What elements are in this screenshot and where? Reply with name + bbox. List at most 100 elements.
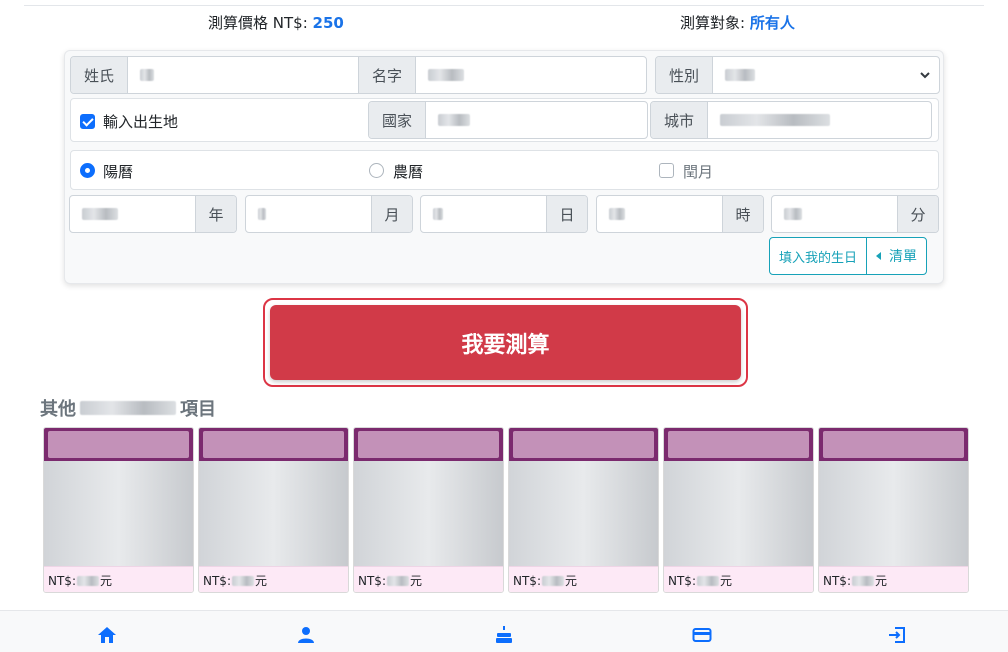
product-image (199, 461, 348, 566)
day-unit: 日 (546, 196, 587, 232)
month-input[interactable] (246, 196, 371, 232)
product-price: NT$: 元 (664, 566, 813, 592)
product-price: NT$: 元 (199, 566, 348, 592)
submit-button-frame: 我要測算 (263, 298, 748, 387)
leap-month-label: 閏月 (683, 163, 714, 181)
city-input[interactable] (708, 102, 931, 138)
target-info: 測算對象: 所有人 (680, 12, 795, 33)
product-card[interactable]: NT$: 元 (43, 427, 194, 593)
gender-select[interactable] (713, 57, 939, 93)
country-group: 國家 (368, 101, 648, 139)
blurred-price (696, 575, 719, 586)
blurred-price (851, 575, 874, 586)
person-icon[interactable] (296, 625, 316, 645)
blurred-value (609, 208, 625, 220)
product-price: NT$: 元 (509, 566, 658, 592)
solar-calendar-radio[interactable] (80, 163, 95, 178)
birthplace-checkbox-label: 輸入出生地 (103, 113, 179, 131)
country-input[interactable] (426, 102, 647, 138)
name-group: 姓氏 名字 (70, 56, 647, 94)
product-image (44, 461, 193, 566)
price-suffix: 元 (874, 574, 887, 588)
product-price: NT$: 元 (44, 566, 193, 592)
price-suffix: 元 (254, 574, 267, 588)
birth-info-form: 姓氏 名字 性別 輸入出生地 國家 城市 陽曆 農曆 閏月 年 月 日 時 分 … (64, 50, 944, 284)
blurred-price (231, 575, 254, 586)
blurred-price (76, 575, 99, 586)
caret-left-icon (876, 252, 882, 260)
minute-unit: 分 (897, 196, 938, 232)
price-bar: 測算價格 NT$: 250 測算對象: 所有人 (0, 12, 1008, 34)
product-card[interactable]: NT$: 元 (818, 427, 969, 593)
solar-calendar-label: 陽曆 (103, 163, 134, 181)
price-suffix: 元 (719, 574, 732, 588)
product-header (44, 428, 193, 461)
blurred-value (428, 69, 464, 81)
product-header (664, 428, 813, 461)
price-info: 測算價格 NT$: 250 (208, 12, 344, 33)
product-header (199, 428, 348, 461)
price-value: 250 (312, 14, 344, 32)
hour-input-group: 時 (596, 195, 764, 233)
product-header (354, 428, 503, 461)
day-input[interactable] (421, 196, 546, 232)
price-prefix: NT$: (358, 573, 386, 588)
lunar-calendar-radio[interactable] (369, 163, 384, 178)
product-card[interactable]: NT$: 元 (198, 427, 349, 593)
product-header (819, 428, 968, 461)
target-label: 測算對象: (680, 14, 746, 32)
blurred-value (82, 208, 118, 220)
blurred-value (438, 114, 470, 126)
year-input[interactable] (70, 196, 195, 232)
year-unit: 年 (195, 196, 236, 232)
product-image (819, 461, 968, 566)
price-prefix: NT$: (48, 573, 76, 588)
product-card[interactable]: NT$: 元 (663, 427, 814, 593)
product-price: NT$: 元 (354, 566, 503, 592)
product-image (509, 461, 658, 566)
price-label: 測算價格 NT$: (208, 14, 308, 32)
minute-input[interactable] (772, 196, 897, 232)
fill-my-birthday-button[interactable]: 填入我的生日 (770, 238, 866, 274)
blurred-title (80, 401, 176, 415)
cake-icon[interactable] (494, 625, 514, 645)
product-card[interactable]: NT$: 元 (353, 427, 504, 593)
given-name-input[interactable] (416, 57, 646, 93)
blurred-value (784, 208, 802, 220)
price-prefix: NT$: (823, 573, 851, 588)
city-group: 城市 (650, 101, 932, 139)
blurred-value (720, 114, 830, 126)
logout-icon[interactable] (887, 625, 907, 645)
title-suffix: 項目 (180, 399, 216, 420)
price-prefix: NT$: (668, 573, 696, 588)
birthday-action-group: 填入我的生日 清單 (769, 237, 928, 275)
surname-input[interactable] (128, 57, 359, 93)
blurred-value (140, 69, 154, 81)
country-label: 國家 (369, 102, 426, 138)
top-divider (24, 5, 984, 6)
price-suffix: 元 (99, 574, 112, 588)
list-button[interactable]: 清單 (866, 238, 926, 274)
birthplace-row: 輸入出生地 國家 城市 (70, 98, 939, 142)
home-icon[interactable] (97, 625, 117, 645)
submit-button[interactable]: 我要測算 (270, 305, 741, 380)
product-card[interactable]: NT$: 元 (508, 427, 659, 593)
leap-month-checkbox[interactable] (659, 163, 674, 178)
product-header (509, 428, 658, 461)
bottom-nav (0, 610, 1008, 652)
price-suffix: 元 (409, 574, 422, 588)
list-button-label: 清單 (889, 249, 918, 265)
minute-input-group: 分 (771, 195, 939, 233)
credit-card-icon[interactable] (692, 625, 712, 645)
birthplace-checkbox[interactable] (80, 114, 95, 129)
gender-group: 性別 (655, 56, 940, 94)
hour-input[interactable] (597, 196, 722, 232)
price-prefix: NT$: (203, 573, 231, 588)
other-items-title: 其他 項目 (40, 395, 216, 421)
target-value: 所有人 (749, 14, 795, 32)
blurred-value (258, 208, 266, 220)
product-image (664, 461, 813, 566)
month-input-group: 月 (245, 195, 413, 233)
city-label: 城市 (651, 102, 708, 138)
title-prefix: 其他 (40, 399, 76, 420)
